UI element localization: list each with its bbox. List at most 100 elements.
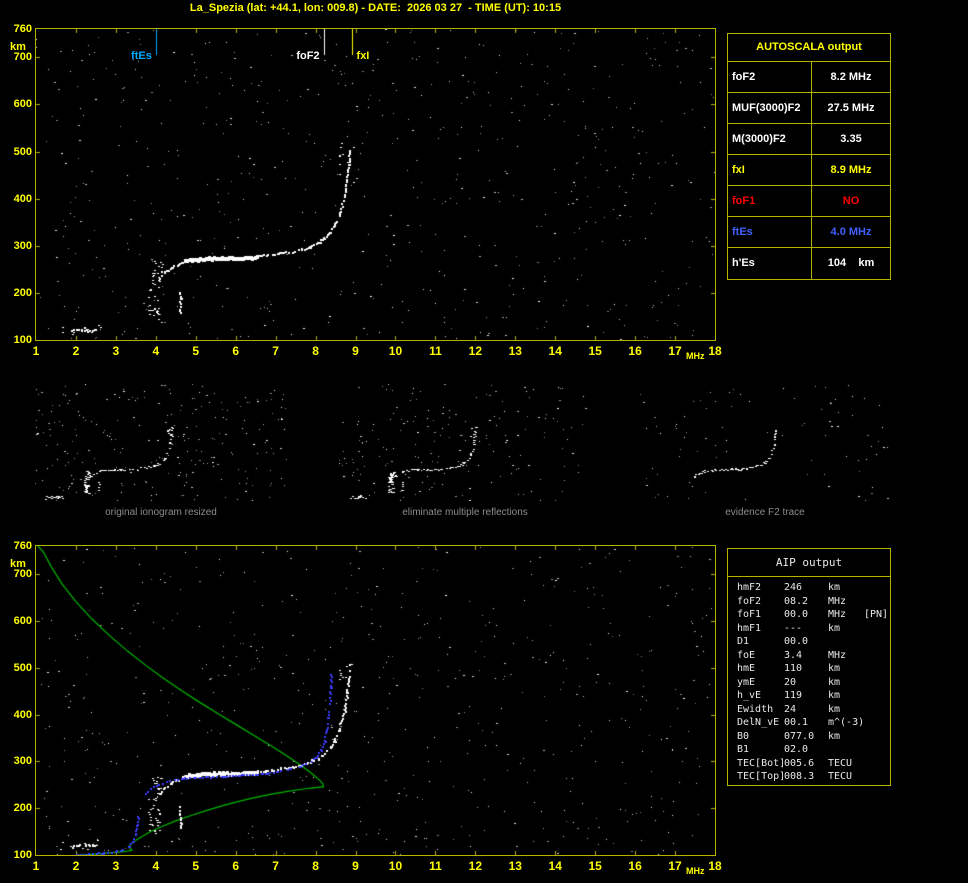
autoscala-row: M(3000)F2 3.35 [728,124,890,155]
x-axis-tick: 5 [192,344,200,358]
thumbnail-caption: evidence F2 trace [725,507,805,518]
aip-cell: foF1 [737,609,762,620]
y-axis-tick: 400 [13,708,32,721]
x-axis-tick: 9 [352,344,359,358]
aip-cell: Ewidth [737,703,774,715]
aip-cell: km [828,690,841,701]
aip-cell: hmF2 [737,582,762,593]
aip-cell [864,663,890,677]
aip-row: h_vE 119 km [728,690,890,704]
aip-cell [864,623,890,637]
aip-cell: D1 [737,636,750,647]
aip-cell: 005.6 [784,757,815,769]
aip-cell: km [828,582,841,593]
autoscala-row: MUF(3000)F2 27.5 MHz [728,93,890,124]
x-axis-tick: 11 [429,344,442,358]
aip-cell: ymE [737,676,756,688]
autoscala-row-value: 3.35 [840,133,862,145]
y-axis-tick: 760 [13,540,32,552]
aip-cell: [PN] [864,609,889,620]
x-axis-tick: 14 [548,859,562,873]
autoscala-row: foF1 NO [728,186,890,217]
x-axis-tick: 6 [232,859,240,873]
aip-cell: 08.2 [784,595,809,607]
x-axis-tick: 13 [508,344,522,358]
aip-rows: hmF2 246 km foF2 08.2 MHz foF1 00.0 MHz [PN] hmF1 -… [728,577,890,785]
thumbnail-original-ionogram [35,384,287,501]
x-axis-tick: 8 [312,859,319,873]
thumbnail-caption: eliminate multiple reflections [402,507,528,518]
aip-cell [864,596,890,610]
y-axis-tick: 760 [13,23,32,35]
marker-label-foF2: foF2 [296,50,320,62]
aip-panel-title: AIP output [728,549,890,577]
aip-row: Ewidth 24 km [728,704,890,718]
autoscala-row-label: foF1 [728,186,812,216]
aip-cell [864,731,890,745]
y-axis-tick: 200 [13,286,32,299]
aip-cell [864,677,890,691]
x-axis-tick: 7 [272,859,279,873]
aip-cell: km [828,622,841,634]
x-axis-tick: 1 [32,859,40,873]
aip-cell: TEC[Top] [737,771,786,782]
x-axis-tick: 6 [232,344,240,358]
x-axis-tick: 15 [588,859,602,873]
aip-cell: foE [737,649,756,661]
aip-cell: km [828,676,841,688]
aip-cell: 008.3 [784,771,815,782]
y-axis-unit: km [10,558,26,570]
y-axis-tick: 300 [13,239,32,252]
autoscala-row-label: M(3000)F2 [728,124,812,154]
aip-row: foF2 08.2 MHz [728,596,890,610]
aip-cell: MHz [828,609,847,620]
aip-output-panel: AIP output hmF2 246 km foF2 08.2 MHz foF1 00.0 M… [727,548,891,786]
autoscala-row-value: 8.2 MHz [830,71,872,83]
autoscala-output-table: AUTOSCALA output foF2 8.2 MHz MUF(3000)F2 2… [727,33,891,280]
y-axis-tick: 600 [13,98,32,111]
aip-row: D1 00.0 [728,636,890,650]
aip-cell [864,771,890,785]
x-axis-tick: 10 [388,859,403,873]
aip-cell [828,636,864,650]
autoscala-row-value: 4.0 MHz [830,226,872,238]
x-axis-unit: MHz [686,866,705,876]
aip-cell: foF2 [737,595,762,607]
aip-row: B1 02.0 [728,744,890,758]
x-axis-tick: 7 [272,344,279,358]
x-axis-tick: 12 [468,859,483,873]
y-axis-unit: km [10,41,26,53]
aip-cell [864,758,890,772]
x-axis-tick: 13 [508,859,522,873]
ionogram-canvas [36,29,715,340]
aip-row: ymE 20 km [728,677,890,691]
profile-plot [35,545,716,856]
x-axis-tick: 17 [668,859,682,873]
autoscala-row-label: fxI [728,155,812,185]
aip-cell: --- [784,622,803,634]
aip-cell: h_vE [737,690,762,701]
x-axis-tick: 11 [429,859,442,873]
y-axis-tick: 600 [13,614,32,627]
autoscala-row-label: MUF(3000)F2 [728,93,812,123]
y-axis-tick: 200 [13,802,32,815]
aip-cell: km [828,703,841,715]
x-axis-tick: 18 [708,344,722,358]
x-axis-tick: 17 [668,344,682,358]
autoscala-row-value: NO [842,195,860,207]
thumbnail-caption: original ionogram resized [105,507,217,518]
aip-cell: 00.1 [784,717,809,728]
autoscala-row-label: ftEs [728,217,812,247]
aip-cell: 246 [784,582,803,593]
x-axis-tick: 9 [352,859,359,873]
autoscala-row-label: h'Es [728,248,812,279]
aip-cell [864,744,890,758]
aip-cell: 24 [784,703,797,715]
autoscala-row: h'Es 104 km [728,248,890,279]
aip-cell: MHz [828,649,847,661]
aip-row: TEC[Top] 008.3 TECU [728,771,890,785]
aip-cell: B0 [737,730,750,742]
aip-cell [864,650,890,664]
autoscala-row-value: 8.9 MHz [830,164,872,176]
y-axis-tick: 700 [13,51,32,64]
